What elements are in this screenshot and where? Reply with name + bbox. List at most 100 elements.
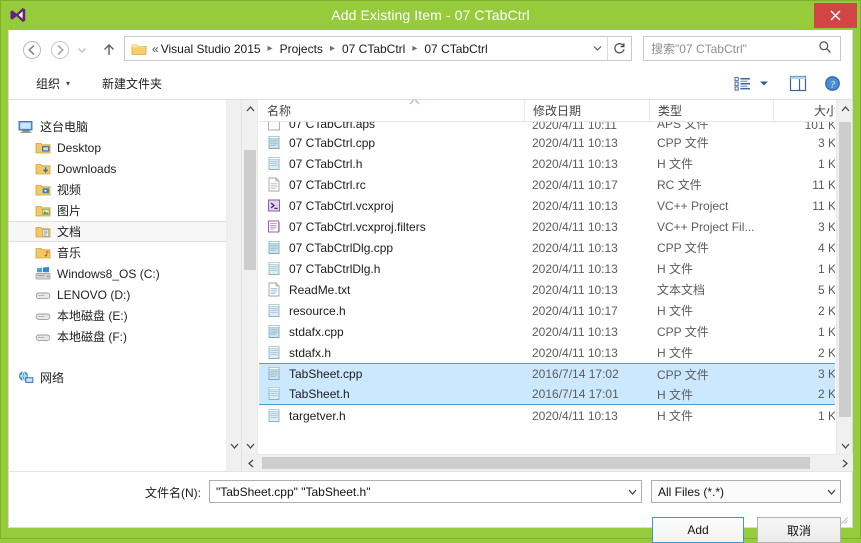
sidebar-item-documents[interactable]: 文档 [9,221,241,242]
file-dialog-window: Add Existing Item - 07 CTabCtrl « Visual… [0,0,861,543]
sidebar-item-local-disk-f[interactable]: 本地磁盘 (F:) [9,326,241,347]
scroll-left-icon[interactable] [242,455,259,471]
column-header-date[interactable]: 修改日期 [524,100,649,121]
close-button[interactable] [814,3,857,28]
scrollbar-thumb[interactable] [839,122,851,417]
sidebar-item-music[interactable]: 音乐 [9,242,241,263]
search-placeholder: 搜索"07 CTabCtrl" [651,42,747,56]
resize-grip[interactable] [837,513,849,525]
file-rows: 07 CTabCtrl.aps 2020/4/11 10:11 APS 文件 1… [259,122,835,426]
back-icon[interactable] [21,39,43,61]
navigation-sidebar: 这台电脑 Desktop Downloads 视频 图片 文档 音乐 Windo… [9,100,241,471]
filename-input[interactable]: "TabSheet.cpp" "TabSheet.h" [209,480,642,503]
sidebar-item-network[interactable]: 网络 [9,367,241,388]
add-button[interactable]: Add [652,517,744,543]
table-row-selected[interactable]: TabSheet.cpp 2016/7/14 17:02 CPP 文件 3 KB [259,363,835,384]
breadcrumb-item-4[interactable]: 07 CTabCtrl [422,42,489,56]
preview-pane-icon[interactable] [787,73,809,94]
table-row[interactable]: 07 CTabCtrl.vcxproj 2020/4/11 10:13 VC++… [259,195,835,216]
table-row[interactable]: 07 CTabCtrl.rc 2020/4/11 10:17 RC 文件 11 … [259,174,835,195]
sidebar-item-videos[interactable]: 视频 [9,179,241,200]
chevron-down-icon[interactable] [587,37,607,60]
chevron-down-icon[interactable] [822,487,840,497]
sidebar-item-label: 图片 [57,204,82,218]
up-one-level-icon[interactable] [98,39,120,61]
table-row[interactable]: 07 CTabCtrl.vcxproj.filters 2020/4/11 10… [259,216,835,237]
column-header-label: 类型 [658,104,683,118]
help-icon[interactable]: ? [821,73,843,94]
file-list-viewport: 名称 修改日期 类型 大小 07 CTabCtrl.aps 2020/4/11 … [259,100,835,454]
table-row[interactable]: resource.h 2020/4/11 10:17 H 文件 2 KB [259,300,835,321]
sidebar-item-pictures[interactable]: 图片 [9,200,241,221]
sidebar-item-label: 本地磁盘 (F:) [57,330,127,344]
search-icon[interactable] [818,40,832,57]
breadcrumb[interactable]: « Visual Studio 2015 ▸ Projects ▸ 07 CTa… [124,36,632,61]
table-row[interactable]: 07 CTabCtrlDlg.h 2020/4/11 10:13 H 文件 1 … [259,258,835,279]
sidebar-item-this-pc[interactable]: 这台电脑 [9,116,241,137]
table-row[interactable]: ReadMe.txt 2020/4/11 10:13 文本文档 5 KB [259,279,835,300]
scroll-down-icon[interactable] [837,437,853,454]
breadcrumb-separator-icon[interactable]: ▸ [407,43,422,54]
breadcrumb-item-1[interactable]: Visual Studio 2015 [159,42,263,56]
scroll-down-icon[interactable] [242,437,258,454]
file-type-filter-dropdown[interactable]: All Files (*.*) [651,480,841,503]
table-row[interactable]: 07 CTabCtrl.h 2020/4/11 10:13 H 文件 1 KB [259,153,835,174]
filters-file-icon [267,219,283,235]
file-name-cell: stdafx.h [267,345,522,361]
file-name: TabSheet.cpp [289,367,363,381]
scroll-right-icon[interactable] [836,455,853,471]
sidebar-item-local-disk-e[interactable]: 本地磁盘 (E:) [9,305,241,326]
h-file-icon [267,156,283,172]
file-list-horizontal-scrollbar[interactable] [242,454,853,471]
table-row[interactable]: stdafx.h 2020/4/11 10:13 H 文件 2 KB [259,342,835,363]
chevron-down-icon[interactable] [623,487,641,497]
scrollbar-thumb[interactable] [244,150,256,270]
new-folder-button[interactable]: 新建文件夹 [97,72,167,95]
h-file-icon [267,261,283,277]
table-row-selected[interactable]: TabSheet.h 2016/7/14 17:01 H 文件 2 KB [259,384,835,405]
file-list-left-scrollbar[interactable] [242,100,258,471]
organize-button[interactable]: 组织 ▾ [31,72,75,95]
sidebar-item-desktop[interactable]: Desktop [9,137,241,158]
sidebar-item-label: 视频 [57,183,82,197]
file-list-vertical-scrollbar[interactable] [836,100,852,471]
file-type: CPP 文件 [657,241,709,255]
forward-icon[interactable] [49,39,71,61]
column-header-type[interactable]: 类型 [649,100,773,121]
breadcrumb-separator-icon[interactable]: ▸ [325,43,340,54]
column-header-name[interactable]: 名称 [259,100,524,121]
scroll-up-icon[interactable] [242,100,258,117]
file-name-cell: resource.h [267,303,522,319]
table-row[interactable]: stdafx.cpp 2020/4/11 10:13 CPP 文件 1 KB [259,321,835,342]
view-options-chevron-down-icon[interactable] [757,73,771,94]
file-name: stdafx.cpp [289,324,344,339]
sidebar-item-windows8-os-c[interactable]: Windows8_OS (C:) [9,263,241,284]
table-row[interactable]: 07 CTabCtrlDlg.cpp 2020/4/11 10:13 CPP 文… [259,237,835,258]
sidebar-scroll-down-icon[interactable] [227,437,241,454]
file-type: H 文件 [657,409,694,423]
file-date: 2020/4/11 10:17 [532,177,618,192]
table-row[interactable]: 07 CTabCtrl.cpp 2020/4/11 10:13 CPP 文件 3… [259,132,835,153]
breadcrumb-item-2[interactable]: Projects [278,42,325,56]
breadcrumb-item-3[interactable]: 07 CTabCtrl [340,42,407,56]
cancel-button[interactable]: 取消 [757,517,841,543]
file-size: 2 KB [817,303,835,318]
file-date: 2020/4/11 10:13 [532,240,618,255]
column-header-size[interactable]: 大小 [773,100,835,121]
breadcrumb-separator-icon[interactable]: ▸ [263,43,278,54]
search-input[interactable]: 搜索"07 CTabCtrl" [643,36,841,61]
file-name-cell: TabSheet.h [267,386,522,402]
sidebar-scrollbar[interactable] [226,100,241,471]
table-row[interactable]: 07 CTabCtrl.aps 2020/4/11 10:11 APS 文件 1… [259,122,835,132]
refresh-icon[interactable] [607,37,631,60]
scroll-up-icon[interactable] [837,100,853,117]
list-view-icon[interactable] [731,73,753,94]
table-row[interactable]: targetver.h 2020/4/11 10:13 H 文件 1 KB [259,405,835,426]
recent-locations-icon[interactable] [75,39,89,61]
sidebar-item-downloads[interactable]: Downloads [9,158,241,179]
file-name: 07 CTabCtrlDlg.h [289,261,381,276]
breadcrumb-overflow[interactable]: « [152,42,159,56]
file-size: 101 KB [804,122,835,132]
scrollbar-thumb[interactable] [262,457,810,469]
sidebar-item-lenovo-d[interactable]: LENOVO (D:) [9,284,241,305]
